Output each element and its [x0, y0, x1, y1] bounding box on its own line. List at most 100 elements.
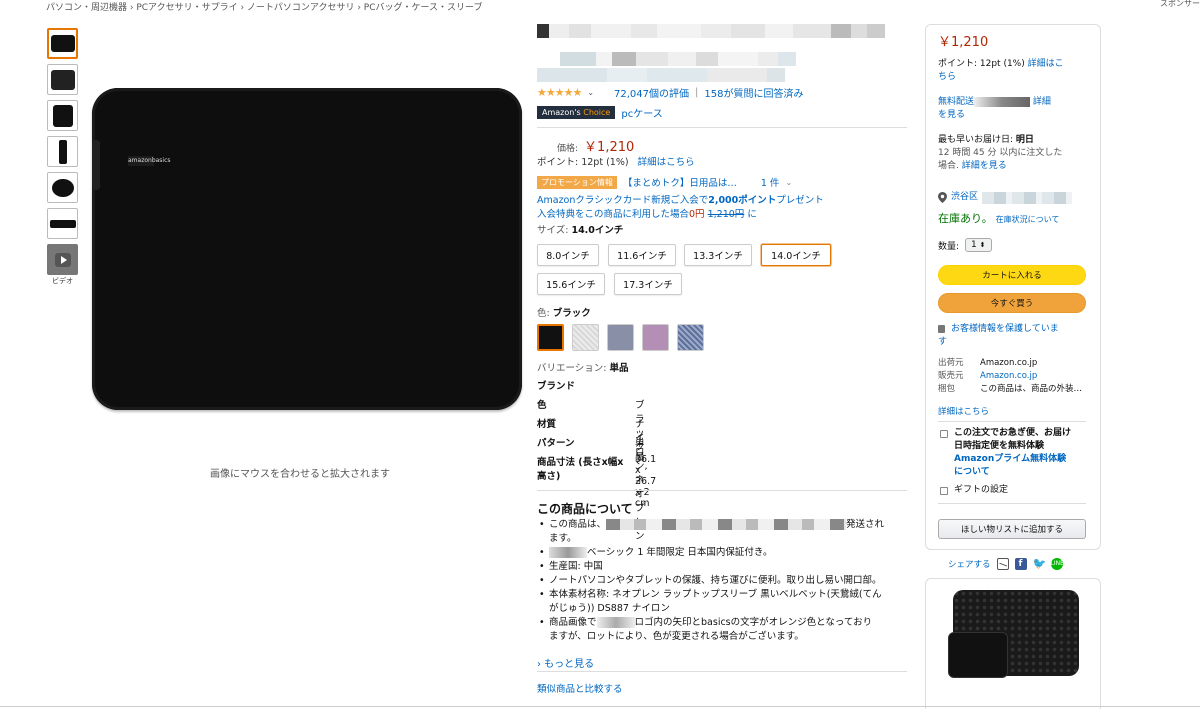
- gift-checkbox[interactable]: [940, 487, 948, 495]
- color-swatch-slate[interactable]: [607, 324, 634, 351]
- main-product-image[interactable]: [92, 88, 522, 410]
- sponsored-label: スポンサー: [1160, 0, 1200, 8]
- bullet-text: 発送され: [846, 519, 885, 530]
- earliest-delivery-label: 最も早いお届け日:: [938, 135, 1014, 145]
- location-link[interactable]: 渋谷区: [951, 191, 978, 204]
- prime-text-1: この注文でお急ぎ便、お届け: [954, 428, 1072, 438]
- quantity-select[interactable]: 1 ⬍: [965, 238, 992, 252]
- answered-questions-link[interactable]: 158が質問に回答済み: [704, 85, 803, 100]
- add-to-wishlist-button[interactable]: ほしい物リストに追加する: [938, 519, 1086, 539]
- sponsored-product-image-accessory: [948, 632, 1008, 678]
- card-offer-suffix: に: [747, 209, 757, 220]
- color-swatch-gray[interactable]: [572, 324, 599, 351]
- bullet-item: ノートパソコンやタブレットの保護、持ち運びに便利。取り出し易い開口部。: [537, 574, 907, 588]
- thumbnail-4[interactable]: [47, 136, 78, 167]
- size-selected: 14.0インチ: [571, 225, 624, 236]
- star-rating-icon[interactable]: ★★★★★: [537, 86, 582, 99]
- choice-prefix: Amazon's: [542, 108, 581, 117]
- see-more-link[interactable]: › もっと見る: [537, 655, 594, 670]
- case-text: 場合.: [938, 161, 959, 171]
- redacted-block: [606, 519, 847, 530]
- size-option-13-3[interactable]: 13.3インチ: [684, 244, 752, 266]
- order-within-text: 12 時間 45 分 以内に注文した: [938, 148, 1063, 158]
- buybox-points-link[interactable]: 詳細はこ: [1028, 59, 1064, 69]
- color-swatch-black[interactable]: [537, 324, 564, 351]
- secure-transaction-link-2[interactable]: す: [938, 337, 947, 347]
- bullet-text: この商品は、: [549, 519, 607, 530]
- color-swatch-blue-pattern[interactable]: [677, 324, 704, 351]
- shipping-detail-link[interactable]: 詳細: [1033, 97, 1051, 107]
- bullet-text: ノートパソコンやタブレットの保護、持ち運びに便利。取り出し易い開口部。: [549, 575, 882, 586]
- size-option-15-6[interactable]: 15.6インチ: [537, 273, 605, 295]
- gift-label: ギフトの設定: [954, 485, 1009, 495]
- size-option-11-6[interactable]: 11.6インチ: [608, 244, 676, 266]
- thumbnail-2[interactable]: [47, 64, 78, 95]
- twitter-icon[interactable]: 🐦: [1033, 558, 1047, 570]
- facebook-icon[interactable]: f: [1014, 558, 1027, 570]
- buy-now-button[interactable]: 今すぐ買う: [938, 293, 1086, 313]
- delivery-location[interactable]: 渋谷区: [938, 191, 1073, 204]
- play-icon: [54, 252, 71, 267]
- buybox-price: ￥1,210: [938, 35, 989, 50]
- free-shipping-link[interactable]: 無料配送: [938, 97, 974, 107]
- compare-similar-link[interactable]: 類似商品と比較する: [537, 681, 623, 695]
- lock-icon: [938, 324, 945, 333]
- chevron-down-icon[interactable]: ⌄: [587, 88, 594, 97]
- bullet-text: 生産国: 中国: [549, 561, 603, 572]
- promotion-link[interactable]: 【まとめトク】日用品は…: [623, 175, 737, 189]
- card-offer[interactable]: Amazonクラシックカード新規ご入会で2,000ポイントプレゼント 入会特典を…: [537, 194, 824, 222]
- shipping-detail-link-2[interactable]: を見る: [938, 110, 965, 120]
- video-label: ビデオ: [52, 277, 73, 285]
- about-title: この商品について: [537, 502, 633, 516]
- color-selected: ブラック: [552, 308, 591, 319]
- divider: [537, 671, 907, 672]
- feature-bullets: この商品は、 発送されます。 ベーシック 1 年間限定 日本国内保証付き。 生産国…: [537, 518, 907, 644]
- secure-transaction[interactable]: お客様情報を保護しています: [938, 323, 1088, 349]
- prime-trial-link-2[interactable]: について: [954, 467, 990, 477]
- seller-details-link[interactable]: 詳細はこちら: [938, 406, 989, 419]
- thumbnail-5[interactable]: [47, 172, 78, 203]
- thumbnail-3[interactable]: [47, 100, 78, 131]
- delivery-detail-link[interactable]: 詳細を見る: [962, 161, 1007, 171]
- thumbnail-6[interactable]: [47, 208, 78, 239]
- email-icon[interactable]: [996, 558, 1009, 570]
- choice-category-link[interactable]: pcケース: [621, 105, 662, 120]
- add-to-cart-button[interactable]: カートに入れる: [938, 265, 1086, 285]
- packaging-value: この商品は、商品の外装…: [980, 384, 1083, 394]
- size-option-14-0[interactable]: 14.0インチ: [761, 244, 831, 266]
- zipper-pull: [92, 140, 100, 190]
- promotion-count[interactable]: 1 件: [761, 175, 780, 189]
- card-offer-present: プレゼント: [776, 195, 824, 206]
- buybox-points-link-2[interactable]: ちら: [938, 72, 956, 82]
- points-row: ポイント: 12pt (1%) 詳細はこちら: [537, 154, 695, 168]
- quantity-value: 1: [971, 240, 977, 250]
- prime-trial-checkbox[interactable]: [940, 430, 948, 438]
- size-option-8-0[interactable]: 8.0インチ: [537, 244, 599, 266]
- points-detail-link[interactable]: 詳細はこちら: [638, 157, 695, 168]
- chevron-down-icon[interactable]: ⌄: [785, 178, 792, 187]
- secure-transaction-link[interactable]: お客様情報を保護していま: [951, 324, 1059, 334]
- breadcrumb[interactable]: パソコン・周辺機器 › PCアクセサリ・サプライ › ノートパソコンアクセサリ …: [46, 0, 483, 13]
- stock-status-link[interactable]: 在庫状況について: [996, 215, 1060, 224]
- video-thumbnail[interactable]: [47, 244, 78, 275]
- zoom-hint: 画像にマウスを合わせると拡大されます: [210, 469, 390, 480]
- spec-key: 商品寸法 (長さx幅x: [537, 457, 624, 468]
- ratings-count-link[interactable]: 72,047個の評価: [614, 85, 689, 100]
- thumbnail-1[interactable]: [47, 28, 78, 59]
- card-offer-text: Amazonクラシックカード新規ご入会で: [537, 195, 709, 206]
- seller-link[interactable]: Amazon.co.jp: [980, 371, 1037, 381]
- color-swatch-purple[interactable]: [642, 324, 669, 351]
- line-icon[interactable]: LINE: [1050, 558, 1064, 570]
- rating-divider: |: [695, 87, 699, 98]
- bullet-item: 本体素材名称: ネオプレン ラップトップスリーブ 黒いベルベット(天鵞絨(てんが…: [537, 588, 907, 616]
- card-offer-zero-price: 0円: [689, 209, 705, 220]
- price-row: 価格: ￥1,210: [557, 136, 634, 155]
- in-stock-text: 在庫あり。: [938, 212, 993, 225]
- ship-from-label: 出荷元: [938, 358, 964, 368]
- size-option-17-3[interactable]: 17.3インチ: [614, 273, 682, 295]
- prime-trial-link[interactable]: Amazonプライム無料体験: [954, 454, 1066, 464]
- card-offer-strike-price: 1,210円: [707, 209, 745, 220]
- spec-key: ブランド: [537, 381, 576, 392]
- divider: [938, 503, 1086, 504]
- redacted-block: [549, 547, 587, 558]
